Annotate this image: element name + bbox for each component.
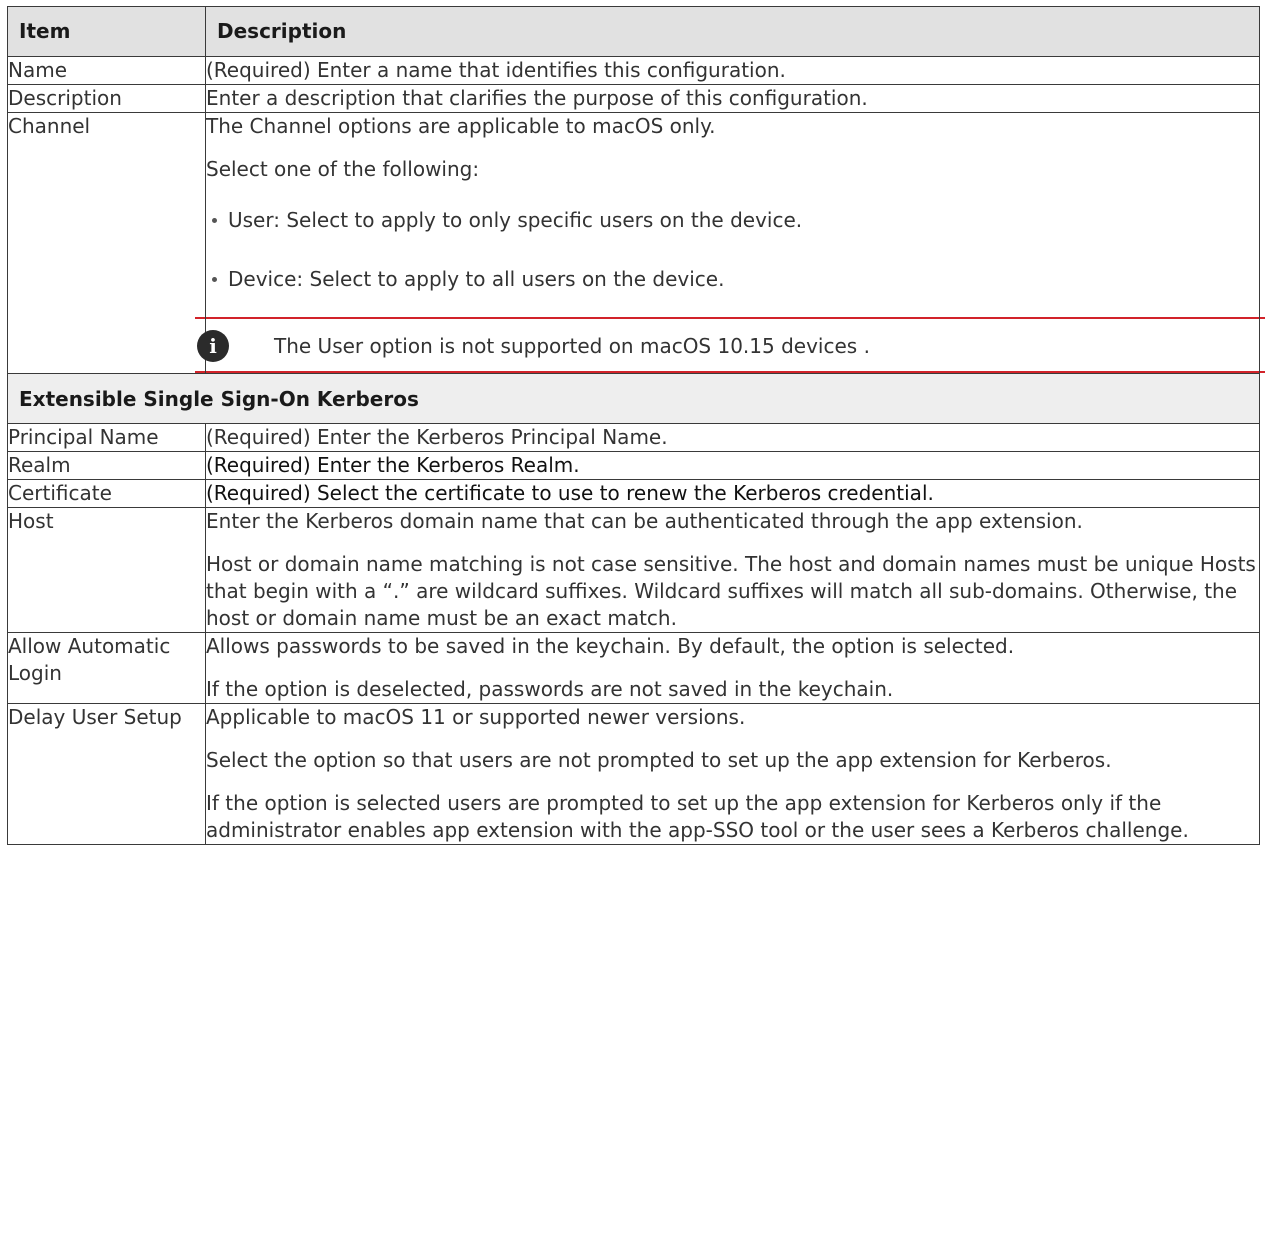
desc-delay-user-setup-p3: If the option is selected users are prom… <box>206 791 1189 842</box>
desc-allow-automatic-login: Allows passwords to be saved in the keyc… <box>205 632 1260 704</box>
table-row-description: Description Enter a description that cla… <box>7 84 1260 113</box>
item-channel: Channel <box>7 112 206 374</box>
desc-realm-p1: (Required) Enter the Kerberos Realm. <box>206 453 580 477</box>
item-delay-user-setup: Delay User Setup <box>7 703 206 845</box>
item-certificate: Certificate <box>7 479 206 508</box>
list-item: Device: Select to apply to all users on … <box>206 266 1259 293</box>
desc-description: Enter a description that clarifies the p… <box>205 84 1260 113</box>
settings-table: Item Description Name (Required) Enter a… <box>7 6 1265 845</box>
desc-host: Enter the Kerberos domain name that can … <box>205 507 1260 633</box>
table-row-realm: Realm (Required) Enter the Kerberos Real… <box>7 451 1260 480</box>
info-icon: i <box>197 330 229 362</box>
item-description: Description <box>7 84 206 113</box>
item-host: Host <box>7 507 206 633</box>
item-realm: Realm <box>7 451 206 480</box>
header-item: Item <box>7 6 206 57</box>
info-note: i The User option is not supported on ma… <box>195 317 1265 373</box>
item-allow-automatic-login: Allow Automatic Login <box>7 632 206 704</box>
desc-host-p1: Enter the Kerberos domain name that can … <box>206 509 1083 533</box>
table-row-channel: Channel The Channel options are applicab… <box>7 112 1265 374</box>
desc-delay-user-setup: Applicable to macOS 11 or supported newe… <box>205 703 1260 845</box>
desc-delay-user-setup-p1: Applicable to macOS 11 or supported newe… <box>206 705 746 729</box>
info-note-text: The User option is not supported on macO… <box>274 333 870 358</box>
desc-description-p1: Enter a description that clarifies the p… <box>206 86 868 110</box>
desc-realm: (Required) Enter the Kerberos Realm. <box>205 451 1260 480</box>
table-row-name: Name (Required) Enter a name that identi… <box>7 56 1260 85</box>
desc-allow-automatic-login-p2: If the option is deselected, passwords a… <box>206 677 894 701</box>
channel-options-list: User: Select to apply to only specific u… <box>206 207 1259 293</box>
table-row-certificate: Certificate (Required) Select the certif… <box>7 479 1260 508</box>
list-item: User: Select to apply to only specific u… <box>206 207 1259 234</box>
table-header-row: Item Description <box>7 6 1260 57</box>
desc-delay-user-setup-p2: Select the option so that users are not … <box>206 748 1112 772</box>
desc-allow-automatic-login-p1: Allows passwords to be saved in the keyc… <box>206 634 1015 658</box>
section-title: Extensible Single Sign-On Kerberos <box>7 373 1260 424</box>
desc-host-p2: Host or domain name matching is not case… <box>206 552 1256 630</box>
table-row-principal-name: Principal Name (Required) Enter the Kerb… <box>7 423 1260 452</box>
item-name: Name <box>7 56 206 85</box>
desc-name: (Required) Enter a name that identifies … <box>205 56 1260 85</box>
desc-principal-name: (Required) Enter the Kerberos Principal … <box>205 423 1260 452</box>
channel-intro: The Channel options are applicable to ma… <box>206 114 716 138</box>
table-row-delay-user-setup: Delay User Setup Applicable to macOS 11 … <box>7 703 1260 845</box>
table-row-allow-automatic-login: Allow Automatic Login Allows passwords t… <box>7 632 1260 704</box>
item-principal-name: Principal Name <box>7 423 206 452</box>
desc-certificate-p1: (Required) Select the certificate to use… <box>206 481 934 505</box>
header-description: Description <box>205 6 1260 57</box>
desc-name-p1: (Required) Enter a name that identifies … <box>206 58 786 82</box>
desc-principal-name-p1: (Required) Enter the Kerberos Principal … <box>206 425 668 449</box>
section-row: Extensible Single Sign-On Kerberos <box>7 373 1260 424</box>
channel-select-text: Select one of the following: <box>206 157 480 181</box>
desc-channel: The Channel options are applicable to ma… <box>195 112 1265 374</box>
desc-certificate: (Required) Select the certificate to use… <box>205 479 1260 508</box>
table-row-host: Host Enter the Kerberos domain name that… <box>7 507 1260 633</box>
